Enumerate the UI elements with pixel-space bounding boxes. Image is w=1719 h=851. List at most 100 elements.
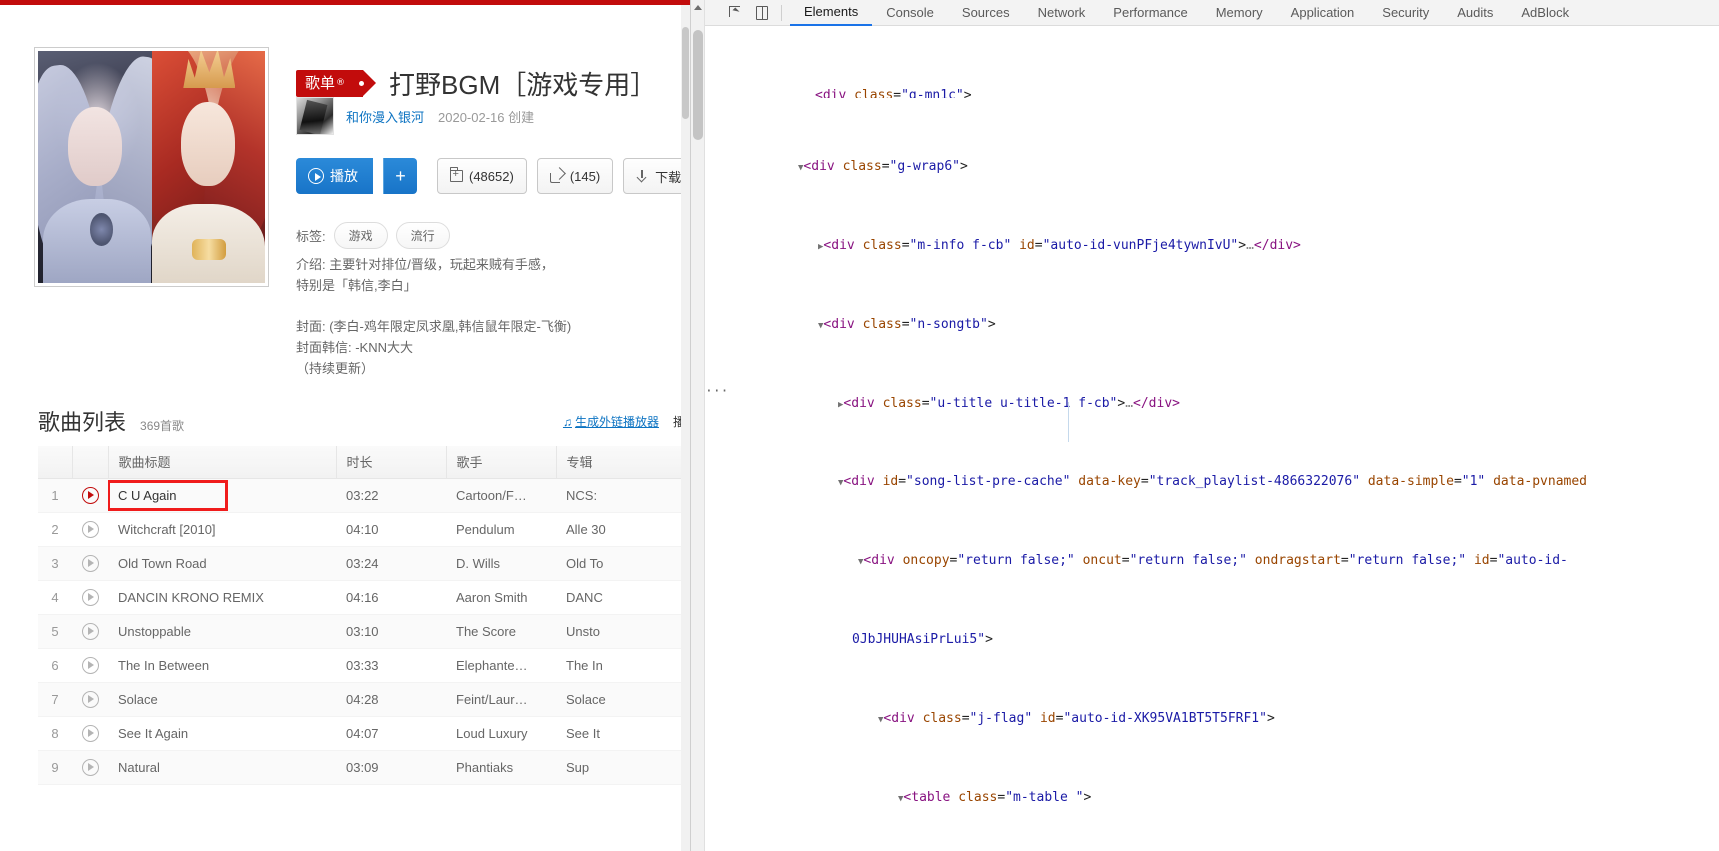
play-icon[interactable] — [81, 622, 99, 640]
row-artist[interactable]: Pendulum — [446, 512, 556, 547]
play-icon[interactable] — [81, 690, 99, 708]
row-play-cell[interactable] — [72, 682, 108, 717]
row-title-cell[interactable]: C U Again — [108, 478, 336, 513]
play-icon[interactable] — [81, 724, 99, 742]
intro-line-2: 特别是「韩信,李白」 — [296, 278, 417, 293]
row-play-cell[interactable] — [72, 750, 108, 785]
row-title-cell[interactable]: Solace — [108, 682, 336, 717]
row-title-cell[interactable]: Old Town Road — [108, 546, 336, 581]
row-artist[interactable]: Feint/Laur… — [446, 682, 556, 717]
tab-sources[interactable]: Sources — [948, 0, 1024, 26]
breadcrumb-ellipsis[interactable]: ··· — [705, 382, 728, 402]
row-album[interactable]: NCS: — [556, 478, 681, 513]
row-duration: 04:28 — [336, 682, 446, 717]
row-album[interactable]: Alle 30 — [556, 512, 681, 547]
play-button[interactable]: 播放 — [296, 158, 373, 194]
tab-security[interactable]: Security — [1368, 0, 1443, 26]
row-artist[interactable]: Aaron Smith — [446, 580, 556, 615]
devtools-scrollbar[interactable] — [691, 0, 705, 851]
table-row[interactable]: 6 The In Between 03:33 Elephante… The In — [38, 648, 681, 683]
dom-line[interactable]: ▶<div class="m-info f-cb" id="auto-id-vu… — [705, 236, 1719, 256]
row-play-cell[interactable] — [72, 512, 108, 547]
avatar[interactable] — [296, 97, 334, 135]
row-album[interactable]: Old To — [556, 546, 681, 581]
tag-chip-2[interactable]: 流行 — [395, 222, 450, 249]
tab-performance[interactable]: Performance — [1099, 0, 1201, 26]
page-scrollbar[interactable] — [681, 5, 690, 851]
tab-adblock[interactable]: AdBlock — [1507, 0, 1583, 26]
dom-line-continuation[interactable]: 0JbJHUHAsiPrLui5"> — [705, 630, 1719, 650]
row-play-cell[interactable] — [72, 716, 108, 751]
add-to-playlist-button[interactable]: + — [383, 158, 417, 194]
row-title-cell[interactable]: Natural — [108, 750, 336, 785]
row-album[interactable]: Unsto — [556, 614, 681, 649]
download-button[interactable]: 下载 — [623, 158, 690, 194]
row-album[interactable]: Sup — [556, 750, 681, 785]
author-link[interactable]: 和你漫入银河 — [346, 107, 424, 126]
play-icon[interactable] — [81, 554, 99, 572]
dom-line[interactable]: ▼<div class="n-songtb"> — [705, 315, 1719, 335]
table-row[interactable]: 4 DANCIN KRONO REMIX 04:16 Aaron Smith D… — [38, 580, 681, 615]
tab-audits[interactable]: Audits — [1443, 0, 1507, 26]
tab-console[interactable]: Console — [872, 0, 948, 26]
playlist-cover[interactable] — [34, 47, 269, 287]
dom-line[interactable]: ▶<div class="u-title u-title-1 f-cb">…</… — [705, 394, 1719, 414]
tag-chip-1[interactable]: 游戏 — [333, 222, 388, 249]
row-artist[interactable]: D. Wills — [446, 546, 556, 581]
table-row[interactable]: 5 Unstoppable 03:10 The Score Unsto — [38, 614, 681, 649]
play-icon[interactable] — [81, 758, 99, 776]
play-icon[interactable] — [81, 486, 99, 504]
row-album[interactable]: The In — [556, 648, 681, 683]
scroll-up-arrow-icon[interactable] — [693, 2, 703, 12]
row-album[interactable]: Solace — [556, 682, 681, 717]
row-title-cell[interactable]: Witchcraft [2010] — [108, 512, 336, 547]
row-artist[interactable]: The Score — [446, 614, 556, 649]
dom-line[interactable]: ▼<div class="g-wrap6"> — [705, 157, 1719, 177]
row-index: 1 — [38, 478, 72, 513]
play-icon[interactable] — [81, 520, 99, 538]
playlist-description-extra: 封面: (李白-鸡年限定凤求凰,韩信鼠年限定-飞衡) 封面韩信: -KNN大大 … — [296, 316, 686, 379]
table-row[interactable]: 8 See It Again 04:07 Loud Luxury See It — [38, 716, 681, 751]
row-artist[interactable]: Elephante… — [446, 648, 556, 683]
row-artist[interactable]: Phantiaks — [446, 750, 556, 785]
inspect-element-button[interactable] — [725, 3, 747, 23]
dom-line[interactable]: ▼<div oncopy="return false;" oncut="retu… — [705, 551, 1719, 571]
dom-line[interactable]: ▼<table class="m-table "> — [705, 788, 1719, 808]
row-index: 9 — [38, 750, 72, 785]
table-row[interactable]: 2 Witchcraft [2010] 04:10 Pendulum Alle … — [38, 512, 681, 547]
dom-line[interactable]: ▼<div class="j-flag" id="auto-id-XK95VA1… — [705, 709, 1719, 729]
song-title-highlighted[interactable]: C U Again — [108, 479, 228, 511]
play-icon[interactable] — [81, 656, 99, 674]
row-title-cell[interactable]: The In Between — [108, 648, 336, 683]
row-album[interactable]: DANC — [556, 580, 681, 615]
row-album[interactable]: See It — [556, 716, 681, 751]
tab-network[interactable]: Network — [1024, 0, 1100, 26]
tab-memory[interactable]: Memory — [1202, 0, 1277, 26]
row-duration: 03:33 — [336, 648, 446, 683]
tab-application[interactable]: Application — [1277, 0, 1369, 26]
row-title-cell[interactable]: See It Again — [108, 716, 336, 751]
tab-elements[interactable]: Elements — [790, 0, 873, 26]
row-play-cell[interactable] — [72, 546, 108, 581]
dom-line[interactable]: ▼<div id="song-list-pre-cache" data-key=… — [705, 472, 1719, 492]
collect-button[interactable]: (48652) — [437, 158, 527, 194]
share-button[interactable]: (145) — [536, 158, 614, 194]
generate-external-player-link[interactable]: ♫ 生成外链播放器 — [563, 413, 659, 430]
table-row[interactable]: 7 Solace 04:28 Feint/Laur… Solace — [38, 682, 681, 717]
row-play-cell[interactable] — [72, 478, 108, 513]
device-toolbar-button[interactable] — [751, 3, 773, 23]
row-title-cell[interactable]: Unstoppable — [108, 614, 336, 649]
table-row[interactable]: 9 Natural 03:09 Phantiaks Sup — [38, 750, 681, 785]
page-scrollbar-thumb[interactable] — [682, 27, 689, 119]
row-artist[interactable]: Loud Luxury — [446, 716, 556, 751]
row-artist[interactable]: Cartoon/F… — [446, 478, 556, 513]
row-play-cell[interactable] — [72, 580, 108, 615]
devtools-scrollbar-thumb[interactable] — [693, 30, 703, 140]
row-play-cell[interactable] — [72, 648, 108, 683]
table-row[interactable]: 1 C U Again 03:22 Cartoon/F… NCS: — [38, 478, 681, 513]
play-icon[interactable] — [81, 588, 99, 606]
table-row[interactable]: 3 Old Town Road 03:24 D. Wills Old To — [38, 546, 681, 581]
row-play-cell[interactable] — [72, 614, 108, 649]
row-title-cell[interactable]: DANCIN KRONO REMIX — [108, 580, 336, 615]
dom-tree[interactable]: <div class="g-mn1c"> ▼<div class="g-wrap… — [705, 27, 1719, 851]
